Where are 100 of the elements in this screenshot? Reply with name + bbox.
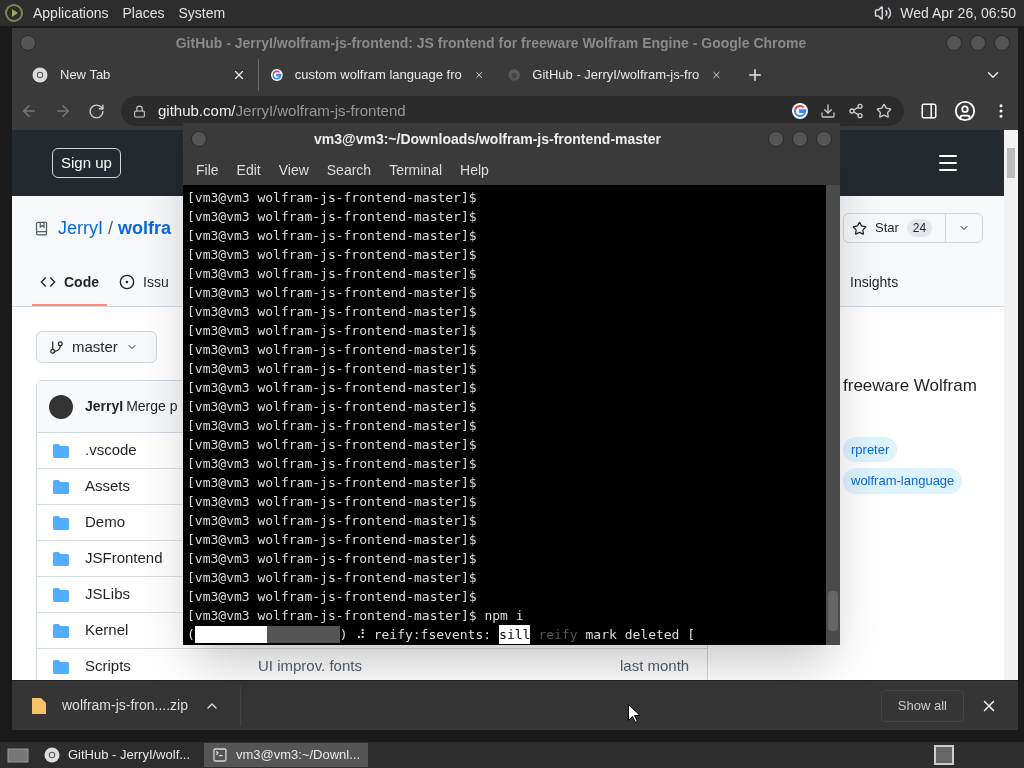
panel-menu[interactable]: Applications xyxy=(26,2,116,24)
file-name[interactable]: JSLibs xyxy=(85,585,131,603)
new-tab-icon[interactable] xyxy=(746,66,764,84)
about-text: freeware Wolfram xyxy=(843,375,978,397)
google-icon xyxy=(271,67,283,83)
google-icon xyxy=(792,103,808,119)
terminal-text: mark deleted [ xyxy=(585,626,696,644)
share-icon[interactable] xyxy=(848,103,864,119)
star-button[interactable]: Star 24 xyxy=(843,213,983,243)
repo-tab[interactable]: Code xyxy=(32,260,107,306)
terminal-text: reify:fsevents: xyxy=(373,626,492,644)
terminal-line: [vm3@vm3 wolfram-js-frontend-master]$ xyxy=(187,341,478,359)
file-name[interactable]: .vscode xyxy=(85,441,137,459)
forward-icon[interactable] xyxy=(54,102,72,120)
profile-icon[interactable] xyxy=(954,100,976,122)
terminal-line: [vm3@vm3 wolfram-js-frontend-master]$ xyxy=(187,360,478,378)
terminal-line: [vm3@vm3 wolfram-js-frontend-master]$ xyxy=(187,303,478,321)
commit-author[interactable]: JerryI xyxy=(85,396,124,417)
terminal-line: [vm3@vm3 wolfram-js-frontend-master]$ xyxy=(187,417,478,435)
terminal-text: ( xyxy=(187,626,195,644)
topic-tag[interactable]: wolfram-language xyxy=(843,468,963,494)
branch-button[interactable]: master xyxy=(36,331,157,363)
terminal-line: [vm3@vm3 wolfram-js-frontend-master]$ xyxy=(187,493,478,511)
menu-item[interactable]: Terminal xyxy=(380,159,452,181)
panel-menu[interactable]: Places xyxy=(115,2,172,24)
repo-icon xyxy=(34,220,49,236)
back-icon[interactable] xyxy=(20,102,38,120)
repo-link[interactable]: wolfra xyxy=(118,214,172,242)
terminal-line: [vm3@vm3 wolfram-js-frontend-master]$ xyxy=(187,208,478,226)
bookmark-icon[interactable] xyxy=(876,103,892,119)
terminal-line: [vm3@vm3 wolfram-js-frontend-master]$ xyxy=(187,569,478,587)
close-icon[interactable] xyxy=(232,68,246,82)
sign-up-button[interactable]: Sign up xyxy=(52,148,121,178)
menu-item[interactable]: Edit xyxy=(227,159,270,181)
issue-icon xyxy=(119,274,135,290)
chrome-icon xyxy=(44,747,60,763)
scrollbar[interactable] xyxy=(1004,130,1018,680)
file-name[interactable]: Assets xyxy=(85,477,130,495)
volume-icon[interactable] xyxy=(874,4,893,22)
chrome-icon xyxy=(32,67,48,83)
scrollbar[interactable] xyxy=(826,185,840,645)
menu-item[interactable]: Search xyxy=(317,159,381,181)
file-name[interactable]: Demo xyxy=(85,513,125,531)
branch-icon xyxy=(49,339,64,355)
side-panel-icon[interactable] xyxy=(920,102,938,120)
menu-item[interactable]: File xyxy=(187,159,228,181)
taskbar-item[interactable]: vm3@vm3:~/Downl... xyxy=(204,743,368,767)
file-name[interactable]: JSFrontend xyxy=(85,549,163,567)
topic-tag[interactable]: rpreter xyxy=(843,436,898,462)
folder-icon xyxy=(53,479,69,494)
terminal-line: [vm3@vm3 wolfram-js-frontend-master]$ xyxy=(187,550,478,568)
download-file-name[interactable]: wolfram-js-fron....zip xyxy=(62,695,189,716)
file-name[interactable]: Kernel xyxy=(85,621,129,639)
browser-tab[interactable]: New Tab xyxy=(20,59,258,91)
terminal-line: [vm3@vm3 wolfram-js-frontend-master]$ xyxy=(187,379,478,397)
folder-icon xyxy=(53,551,69,566)
taskbar-item[interactable]: GitHub - JerryI/wolf... xyxy=(36,743,200,767)
workspace-icon[interactable] xyxy=(934,745,954,765)
menu-item[interactable]: Help xyxy=(451,159,498,181)
terminal-line: [vm3@vm3 wolfram-js-frontend-master]$ xyxy=(187,322,478,340)
install-icon[interactable] xyxy=(820,103,836,119)
terminal-line: [vm3@vm3 wolfram-js-frontend-master]$ xyxy=(187,531,478,549)
folder-icon xyxy=(53,515,69,530)
reload-icon[interactable] xyxy=(88,102,105,120)
folder-icon xyxy=(53,659,69,674)
mouse-cursor-icon xyxy=(628,704,640,723)
commit-date: last month xyxy=(620,656,690,677)
owner-link[interactable]: JerryI xyxy=(58,214,103,242)
commit-message[interactable]: Merge p xyxy=(126,396,178,417)
spinner: ⠼ xyxy=(355,626,366,644)
folder-icon xyxy=(53,587,69,602)
repo-tab[interactable]: Insights xyxy=(842,260,907,306)
avatar xyxy=(49,394,73,419)
terminal-text: ) xyxy=(339,626,348,644)
show-all-button[interactable]: Show all xyxy=(880,689,964,722)
address-bar[interactable]: github.com/JerryI/wolfram-js-frontend xyxy=(121,96,904,126)
window-title: vm3@vm3:~/Downloads/wolfram-js-frontend-master xyxy=(313,129,662,149)
terminal-line: [vm3@vm3 wolfram-js-frontend-master]$ xyxy=(187,588,478,606)
browser-tab[interactable]: GitHub - JerryI/wolfram-js-fro xyxy=(496,59,734,91)
commit-message[interactable]: UI improv. fonts xyxy=(258,657,362,675)
menu-item[interactable]: View xyxy=(269,159,318,181)
file-name[interactable]: Scripts xyxy=(85,657,131,675)
code-icon xyxy=(40,274,56,290)
terminal-line: [vm3@vm3 wolfram-js-frontend-master]$ xyxy=(187,455,478,473)
path-separator: / xyxy=(108,216,113,240)
terminal-line: [vm3@vm3 wolfram-js-frontend-master]$ xyxy=(187,436,478,454)
folder-icon xyxy=(53,623,69,638)
terminal-line: [vm3@vm3 wolfram-js-frontend-master]$ xyxy=(187,284,478,302)
repo-tab[interactable]: Issu xyxy=(111,260,177,306)
terminal-line: [vm3@vm3 wolfram-js-frontend-master]$ npm i xyxy=(187,607,525,625)
panel-menu[interactable]: System xyxy=(171,2,233,24)
terminal-line: [vm3@vm3 wolfram-js-frontend-master]$ xyxy=(187,227,478,245)
folder-icon xyxy=(53,443,69,458)
terminal-line: [vm3@vm3 wolfram-js-frontend-master]$ xyxy=(187,398,478,416)
terminal-text: reify xyxy=(538,626,578,644)
logo-icon[interactable] xyxy=(4,3,26,23)
show-desktop-icon[interactable] xyxy=(4,745,32,765)
clock[interactable]: Wed Apr 26, 06:50 xyxy=(900,2,1020,24)
circle-logo-icon xyxy=(508,67,521,83)
terminal-line: [vm3@vm3 wolfram-js-frontend-master]$ xyxy=(187,265,478,283)
